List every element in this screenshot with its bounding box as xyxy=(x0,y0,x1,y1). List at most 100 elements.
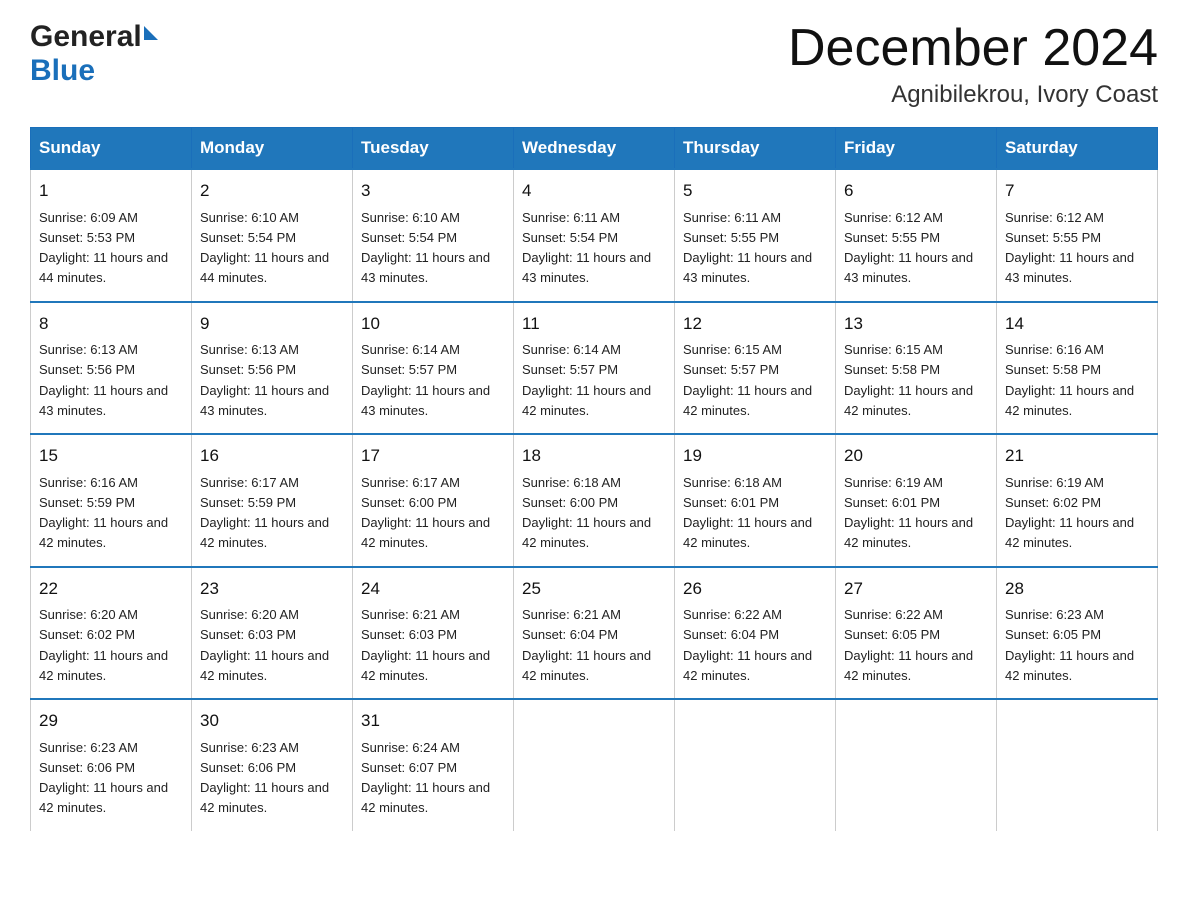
day-number: 5 xyxy=(683,178,827,204)
day-cell: 10 Sunrise: 6:14 AMSunset: 5:57 PMDaylig… xyxy=(353,302,514,435)
day-number: 18 xyxy=(522,443,666,469)
day-info: Sunrise: 6:19 AMSunset: 6:01 PMDaylight:… xyxy=(844,475,973,551)
day-cell: 9 Sunrise: 6:13 AMSunset: 5:56 PMDayligh… xyxy=(192,302,353,435)
day-info: Sunrise: 6:15 AMSunset: 5:58 PMDaylight:… xyxy=(844,342,973,418)
day-number: 11 xyxy=(522,311,666,337)
day-info: Sunrise: 6:17 AMSunset: 5:59 PMDaylight:… xyxy=(200,475,329,551)
week-row-4: 22 Sunrise: 6:20 AMSunset: 6:02 PMDaylig… xyxy=(31,567,1158,700)
day-cell: 24 Sunrise: 6:21 AMSunset: 6:03 PMDaylig… xyxy=(353,567,514,700)
day-info: Sunrise: 6:23 AMSunset: 6:06 PMDaylight:… xyxy=(39,740,168,816)
day-cell xyxy=(675,699,836,831)
day-info: Sunrise: 6:18 AMSunset: 6:00 PMDaylight:… xyxy=(522,475,651,551)
day-cell: 18 Sunrise: 6:18 AMSunset: 6:00 PMDaylig… xyxy=(514,434,675,567)
day-info: Sunrise: 6:22 AMSunset: 6:05 PMDaylight:… xyxy=(844,607,973,683)
title-area: December 2024 Agnibilekrou, Ivory Coast xyxy=(788,20,1158,109)
col-wednesday: Wednesday xyxy=(514,128,675,170)
day-number: 20 xyxy=(844,443,988,469)
day-info: Sunrise: 6:21 AMSunset: 6:03 PMDaylight:… xyxy=(361,607,490,683)
day-info: Sunrise: 6:21 AMSunset: 6:04 PMDaylight:… xyxy=(522,607,651,683)
day-cell: 19 Sunrise: 6:18 AMSunset: 6:01 PMDaylig… xyxy=(675,434,836,567)
day-number: 4 xyxy=(522,178,666,204)
day-info: Sunrise: 6:11 AMSunset: 5:54 PMDaylight:… xyxy=(522,210,651,286)
day-number: 23 xyxy=(200,576,344,602)
day-info: Sunrise: 6:20 AMSunset: 6:03 PMDaylight:… xyxy=(200,607,329,683)
day-cell: 25 Sunrise: 6:21 AMSunset: 6:04 PMDaylig… xyxy=(514,567,675,700)
day-number: 14 xyxy=(1005,311,1149,337)
day-number: 30 xyxy=(200,708,344,734)
day-cell: 17 Sunrise: 6:17 AMSunset: 6:00 PMDaylig… xyxy=(353,434,514,567)
day-info: Sunrise: 6:11 AMSunset: 5:55 PMDaylight:… xyxy=(683,210,812,286)
day-info: Sunrise: 6:13 AMSunset: 5:56 PMDaylight:… xyxy=(39,342,168,418)
day-number: 27 xyxy=(844,576,988,602)
day-cell: 8 Sunrise: 6:13 AMSunset: 5:56 PMDayligh… xyxy=(31,302,192,435)
day-cell: 23 Sunrise: 6:20 AMSunset: 6:03 PMDaylig… xyxy=(192,567,353,700)
col-monday: Monday xyxy=(192,128,353,170)
day-cell: 6 Sunrise: 6:12 AMSunset: 5:55 PMDayligh… xyxy=(836,169,997,302)
week-row-5: 29 Sunrise: 6:23 AMSunset: 6:06 PMDaylig… xyxy=(31,699,1158,831)
calendar-table: Sunday Monday Tuesday Wednesday Thursday… xyxy=(30,127,1158,831)
day-info: Sunrise: 6:13 AMSunset: 5:56 PMDaylight:… xyxy=(200,342,329,418)
day-info: Sunrise: 6:23 AMSunset: 6:06 PMDaylight:… xyxy=(200,740,329,816)
day-number: 8 xyxy=(39,311,183,337)
day-number: 2 xyxy=(200,178,344,204)
day-number: 13 xyxy=(844,311,988,337)
logo-blue-text: Blue xyxy=(30,54,95,87)
logo-arrow-icon xyxy=(144,26,158,40)
day-info: Sunrise: 6:22 AMSunset: 6:04 PMDaylight:… xyxy=(683,607,812,683)
day-number: 22 xyxy=(39,576,183,602)
day-info: Sunrise: 6:09 AMSunset: 5:53 PMDaylight:… xyxy=(39,210,168,286)
day-cell: 29 Sunrise: 6:23 AMSunset: 6:06 PMDaylig… xyxy=(31,699,192,831)
day-cell: 21 Sunrise: 6:19 AMSunset: 6:02 PMDaylig… xyxy=(997,434,1158,567)
col-tuesday: Tuesday xyxy=(353,128,514,170)
day-cell: 20 Sunrise: 6:19 AMSunset: 6:01 PMDaylig… xyxy=(836,434,997,567)
day-info: Sunrise: 6:20 AMSunset: 6:02 PMDaylight:… xyxy=(39,607,168,683)
day-number: 31 xyxy=(361,708,505,734)
day-cell: 5 Sunrise: 6:11 AMSunset: 5:55 PMDayligh… xyxy=(675,169,836,302)
day-cell: 13 Sunrise: 6:15 AMSunset: 5:58 PMDaylig… xyxy=(836,302,997,435)
day-number: 17 xyxy=(361,443,505,469)
col-saturday: Saturday xyxy=(997,128,1158,170)
day-cell: 12 Sunrise: 6:15 AMSunset: 5:57 PMDaylig… xyxy=(675,302,836,435)
day-cell xyxy=(836,699,997,831)
day-number: 12 xyxy=(683,311,827,337)
day-info: Sunrise: 6:12 AMSunset: 5:55 PMDaylight:… xyxy=(1005,210,1134,286)
day-cell: 7 Sunrise: 6:12 AMSunset: 5:55 PMDayligh… xyxy=(997,169,1158,302)
day-info: Sunrise: 6:16 AMSunset: 5:58 PMDaylight:… xyxy=(1005,342,1134,418)
day-cell: 26 Sunrise: 6:22 AMSunset: 6:04 PMDaylig… xyxy=(675,567,836,700)
day-cell: 15 Sunrise: 6:16 AMSunset: 5:59 PMDaylig… xyxy=(31,434,192,567)
col-thursday: Thursday xyxy=(675,128,836,170)
day-number: 9 xyxy=(200,311,344,337)
calendar-header-row: Sunday Monday Tuesday Wednesday Thursday… xyxy=(31,128,1158,170)
day-number: 24 xyxy=(361,576,505,602)
col-friday: Friday xyxy=(836,128,997,170)
day-cell: 2 Sunrise: 6:10 AMSunset: 5:54 PMDayligh… xyxy=(192,169,353,302)
week-row-2: 8 Sunrise: 6:13 AMSunset: 5:56 PMDayligh… xyxy=(31,302,1158,435)
day-info: Sunrise: 6:18 AMSunset: 6:01 PMDaylight:… xyxy=(683,475,812,551)
day-info: Sunrise: 6:10 AMSunset: 5:54 PMDaylight:… xyxy=(361,210,490,286)
day-number: 29 xyxy=(39,708,183,734)
day-number: 19 xyxy=(683,443,827,469)
day-number: 25 xyxy=(522,576,666,602)
day-info: Sunrise: 6:24 AMSunset: 6:07 PMDaylight:… xyxy=(361,740,490,816)
day-number: 10 xyxy=(361,311,505,337)
day-cell: 14 Sunrise: 6:16 AMSunset: 5:58 PMDaylig… xyxy=(997,302,1158,435)
month-title: December 2024 xyxy=(788,20,1158,77)
day-info: Sunrise: 6:10 AMSunset: 5:54 PMDaylight:… xyxy=(200,210,329,286)
day-cell: 4 Sunrise: 6:11 AMSunset: 5:54 PMDayligh… xyxy=(514,169,675,302)
day-info: Sunrise: 6:17 AMSunset: 6:00 PMDaylight:… xyxy=(361,475,490,551)
day-info: Sunrise: 6:15 AMSunset: 5:57 PMDaylight:… xyxy=(683,342,812,418)
day-cell: 30 Sunrise: 6:23 AMSunset: 6:06 PMDaylig… xyxy=(192,699,353,831)
day-info: Sunrise: 6:14 AMSunset: 5:57 PMDaylight:… xyxy=(361,342,490,418)
day-info: Sunrise: 6:23 AMSunset: 6:05 PMDaylight:… xyxy=(1005,607,1134,683)
day-info: Sunrise: 6:16 AMSunset: 5:59 PMDaylight:… xyxy=(39,475,168,551)
day-number: 28 xyxy=(1005,576,1149,602)
day-cell: 3 Sunrise: 6:10 AMSunset: 5:54 PMDayligh… xyxy=(353,169,514,302)
day-cell: 31 Sunrise: 6:24 AMSunset: 6:07 PMDaylig… xyxy=(353,699,514,831)
day-number: 6 xyxy=(844,178,988,204)
col-sunday: Sunday xyxy=(31,128,192,170)
day-cell: 16 Sunrise: 6:17 AMSunset: 5:59 PMDaylig… xyxy=(192,434,353,567)
page-header: General Blue December 2024 Agnibilekrou,… xyxy=(30,20,1158,109)
week-row-3: 15 Sunrise: 6:16 AMSunset: 5:59 PMDaylig… xyxy=(31,434,1158,567)
day-number: 16 xyxy=(200,443,344,469)
day-info: Sunrise: 6:12 AMSunset: 5:55 PMDaylight:… xyxy=(844,210,973,286)
